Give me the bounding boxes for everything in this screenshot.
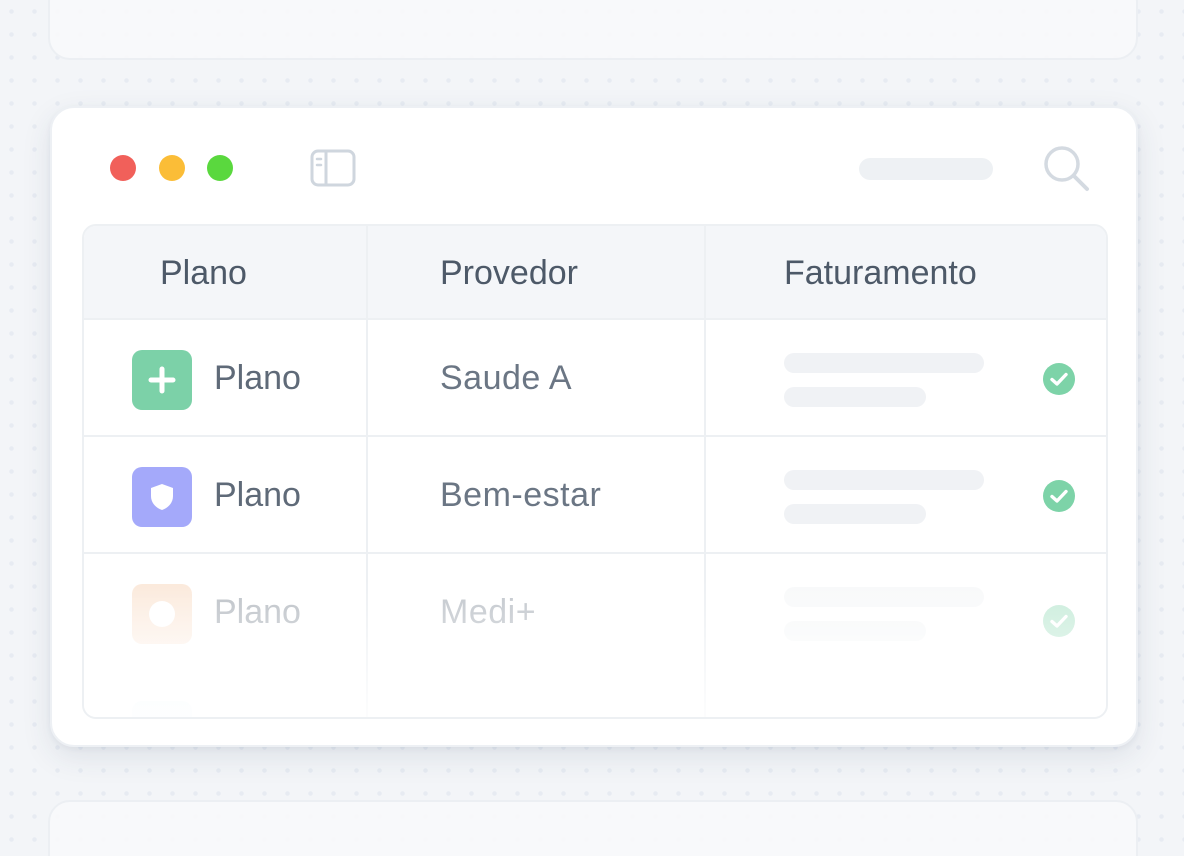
column-header-faturamento[interactable]: Faturamento xyxy=(784,226,977,320)
background-card-top xyxy=(48,0,1138,60)
shield-icon xyxy=(132,467,192,527)
minimize-window-button[interactable] xyxy=(159,155,185,181)
app-window: Plano Provedor Faturamento Plano Saude A xyxy=(50,106,1138,747)
billing-placeholder-line xyxy=(784,353,984,373)
billing-placeholder-line xyxy=(784,387,926,407)
provider-name: Saude A xyxy=(440,359,573,397)
plus-icon xyxy=(132,350,192,410)
billing-placeholder-line xyxy=(784,470,984,490)
plans-table: Plano Provedor Faturamento Plano Saude A xyxy=(82,224,1108,719)
search-input[interactable] xyxy=(859,158,993,180)
provider-name: Bem-estar xyxy=(440,476,602,514)
search-icon[interactable] xyxy=(1040,142,1092,194)
plan-name: Plano xyxy=(214,476,301,514)
column-header-provedor[interactable]: Provedor xyxy=(440,226,578,320)
background-card-bottom xyxy=(48,800,1138,856)
close-window-button[interactable] xyxy=(110,155,136,181)
column-header-plano[interactable]: Plano xyxy=(160,226,247,320)
check-icon xyxy=(1043,480,1075,512)
table-row[interactable]: Plano Saude A xyxy=(84,320,1106,437)
fade-overlay xyxy=(84,577,1106,717)
billing-placeholder-line xyxy=(784,504,926,524)
maximize-window-button[interactable] xyxy=(207,155,233,181)
plan-name: Plano xyxy=(214,359,301,397)
check-icon xyxy=(1043,363,1075,395)
table-row[interactable]: Plano Bem-estar xyxy=(84,437,1106,554)
table-header: Plano Provedor Faturamento xyxy=(84,226,1106,320)
sidebar-toggle-icon[interactable] xyxy=(309,148,357,188)
